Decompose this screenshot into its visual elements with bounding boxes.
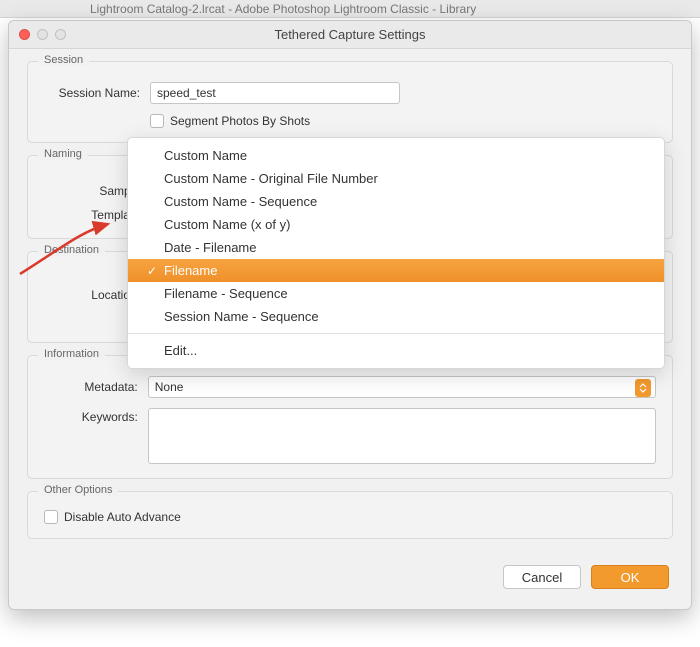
close-icon[interactable] xyxy=(19,29,30,40)
dialog-footer: Cancel OK xyxy=(9,551,691,609)
session-name-label: Session Name: xyxy=(44,86,140,100)
template-option[interactable]: ✓Session Name - Sequence xyxy=(128,305,664,328)
window-traffic-lights xyxy=(19,29,66,40)
template-option-selected[interactable]: ✓Filename xyxy=(128,259,664,282)
other-options-legend: Other Options xyxy=(38,484,118,496)
dialog-title: Tethered Capture Settings xyxy=(9,27,691,42)
session-panel: Session Session Name: Segment Photos By … xyxy=(27,61,673,143)
location-label: Location: xyxy=(44,288,140,302)
session-legend: Session xyxy=(38,54,89,66)
minimize-icon xyxy=(37,29,48,40)
metadata-label: Metadata: xyxy=(44,380,138,394)
session-name-input[interactable] xyxy=(150,82,400,104)
template-option-label: Filename - Sequence xyxy=(164,286,288,301)
segment-photos-label: Segment Photos By Shots xyxy=(170,114,310,128)
template-option-label: Custom Name - Sequence xyxy=(164,194,317,209)
metadata-value: None xyxy=(155,380,184,394)
template-option[interactable]: ✓Custom Name xyxy=(128,144,664,167)
template-option-label: Custom Name - Original File Number xyxy=(164,171,378,186)
disable-auto-advance-checkbox[interactable]: Disable Auto Advance xyxy=(44,510,656,524)
template-option[interactable]: ✓Date - Filename xyxy=(128,236,664,259)
information-legend: Information xyxy=(38,348,105,360)
app-window-title: Lightroom Catalog-2.lrcat - Adobe Photos… xyxy=(0,0,700,18)
template-option-label: Filename xyxy=(164,263,217,278)
sample-label: Sample xyxy=(44,184,140,198)
destination-legend: Destination xyxy=(38,244,105,256)
template-option[interactable]: ✓Custom Name - Sequence xyxy=(128,190,664,213)
template-option-edit[interactable]: ✓Edit... xyxy=(128,339,664,362)
template-label: Template xyxy=(44,208,140,222)
template-option[interactable]: ✓Custom Name - Original File Number xyxy=(128,167,664,190)
menu-separator xyxy=(128,333,664,334)
template-option[interactable]: ✓Filename - Sequence xyxy=(128,282,664,305)
other-options-panel: Other Options Disable Auto Advance xyxy=(27,491,673,539)
template-option-label: Custom Name xyxy=(164,148,247,163)
template-option-label: Session Name - Sequence xyxy=(164,309,319,324)
keywords-input[interactable] xyxy=(148,408,656,464)
dialog-titlebar: Tethered Capture Settings xyxy=(9,21,691,49)
metadata-select[interactable]: None xyxy=(148,376,656,398)
cancel-button[interactable]: Cancel xyxy=(503,565,581,589)
template-dropdown-menu: ✓Custom Name ✓Custom Name - Original Fil… xyxy=(127,137,665,369)
tethered-capture-settings-dialog: Tethered Capture Settings Session Sessio… xyxy=(8,20,692,610)
ok-button[interactable]: OK xyxy=(591,565,669,589)
naming-legend: Naming xyxy=(38,148,88,160)
app-window-title-text: Lightroom Catalog-2.lrcat - Adobe Photos… xyxy=(90,2,476,16)
template-option[interactable]: ✓Custom Name (x of y) xyxy=(128,213,664,236)
chevron-updown-icon xyxy=(635,379,651,397)
segment-photos-checkbox[interactable]: Segment Photos By Shots xyxy=(150,114,656,128)
information-panel: Information Metadata: None Keywords: xyxy=(27,355,673,479)
checkbox-box-icon xyxy=(150,114,164,128)
maximize-icon xyxy=(55,29,66,40)
checkbox-box-icon xyxy=(44,510,58,524)
template-option-label: Custom Name (x of y) xyxy=(164,217,290,232)
template-option-label: Date - Filename xyxy=(164,240,256,255)
keywords-label: Keywords: xyxy=(44,410,138,424)
template-option-label: Edit... xyxy=(164,343,197,358)
disable-auto-advance-label: Disable Auto Advance xyxy=(64,510,181,524)
